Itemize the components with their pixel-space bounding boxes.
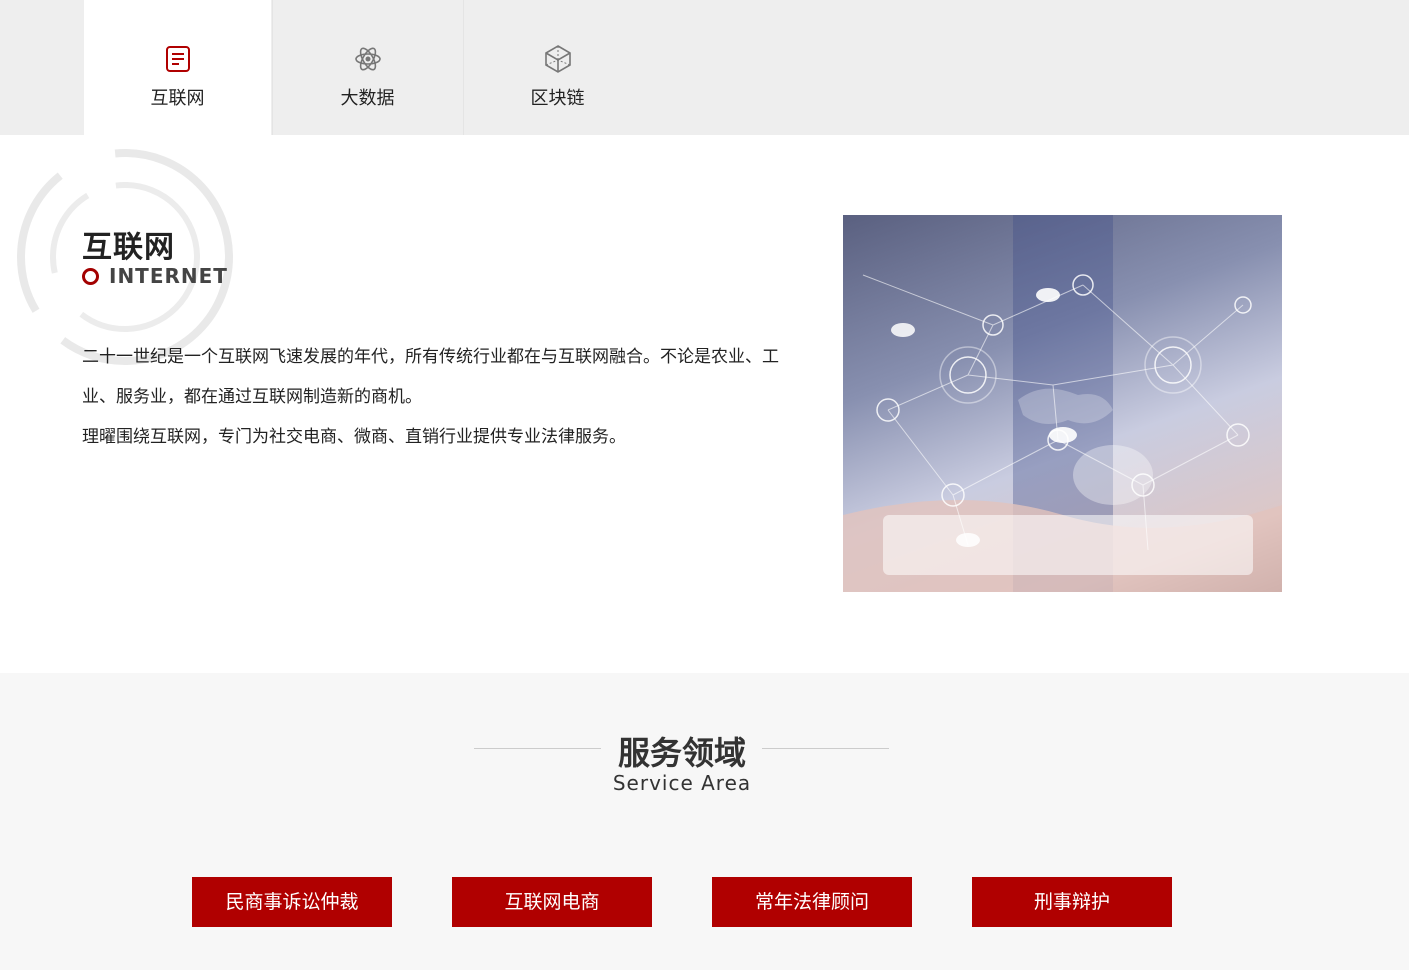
intro-text: 二十一世纪是一个互联网飞速发展的年代，所有传统行业都在与互联网融合。不论是农业、… [82, 337, 782, 457]
service-button-legal-counsel[interactable]: 常年法律顾问 [712, 877, 912, 927]
category-tabs: 互联网 大数据 区块链 [0, 0, 1409, 135]
document-list-icon [165, 46, 190, 72]
atom-icon [354, 47, 381, 71]
blockchain-cube-icon [544, 45, 571, 73]
tab-big-data[interactable]: 大数据 [272, 0, 462, 135]
section-title: 互联网 [82, 230, 175, 265]
service-subtitle: Service Area [612, 771, 752, 795]
service-area: 服务领域 Service Area 民商事诉讼仲裁 互联网电商 常年法律顾问 刑… [0, 673, 1409, 970]
tab-blockchain[interactable]: 区块链 [463, 0, 651, 135]
service-button-civil-commercial[interactable]: 民商事诉讼仲裁 [192, 877, 392, 927]
intro-paragraph: 二十一世纪是一个互联网飞速发展的年代，所有传统行业都在与互联网融合。不论是农业、… [82, 347, 779, 407]
service-button-internet-ecommerce[interactable]: 互联网电商 [452, 877, 652, 927]
tab-label: 区块链 [530, 88, 585, 109]
section-subtitle-text: INTERNET [109, 264, 228, 288]
service-title: 服务领域 [617, 734, 746, 772]
tab-label: 互联网 [150, 88, 205, 109]
ring-bullet-icon [82, 267, 99, 285]
intro-paragraph: 理曜围绕互联网，专门为社交电商、微商、直销行业提供专业法律服务。 [82, 427, 626, 447]
service-button-criminal-defense[interactable]: 刑事辩护 [972, 877, 1172, 927]
section-subtitle: INTERNET [82, 264, 228, 288]
tab-label: 大数据 [340, 88, 395, 109]
tab-internet[interactable]: 互联网 [84, 0, 271, 135]
network-illustration [843, 215, 1282, 592]
hero-image [843, 215, 1282, 592]
